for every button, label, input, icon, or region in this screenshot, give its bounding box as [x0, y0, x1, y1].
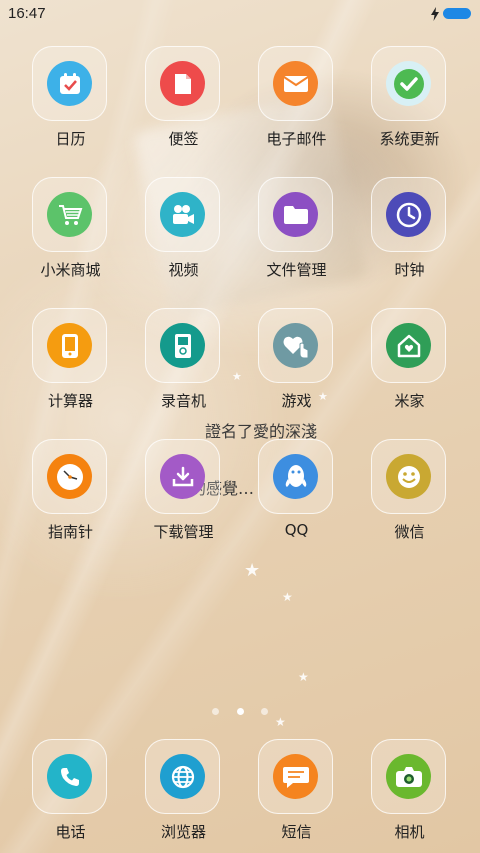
- app-label: 文件管理: [266, 261, 327, 279]
- app-tile: [371, 739, 446, 814]
- battery-icon: [443, 8, 471, 19]
- app-label: 米家: [394, 392, 425, 410]
- note-icon: [160, 61, 205, 106]
- app-downloads[interactable]: 下载管理: [127, 439, 240, 553]
- app-clock[interactable]: 时钟: [353, 177, 466, 291]
- qq-penguin-icon: [273, 454, 318, 499]
- shopping-cart-icon: [47, 192, 92, 237]
- app-label: 电子邮件: [266, 130, 327, 148]
- app-tile: [32, 439, 107, 514]
- app-grid: 日历 便签 电子邮件 系统更新 小米商城 视频 文件管理 时钟 计算器 录音机 …: [0, 46, 480, 553]
- app-browser[interactable]: 浏览器: [127, 739, 240, 853]
- app-tile: [258, 46, 333, 121]
- app-label: 系统更新: [379, 130, 440, 148]
- app-tile: [145, 308, 220, 383]
- app-file-manager[interactable]: 文件管理: [240, 177, 353, 291]
- page-indicator: [0, 700, 480, 719]
- status-time: 16:47: [8, 5, 46, 22]
- app-camera[interactable]: 相机: [353, 739, 466, 853]
- recorder-icon: [160, 323, 205, 368]
- app-messages[interactable]: 短信: [240, 739, 353, 853]
- app-tile: [371, 177, 446, 252]
- clock-icon: [386, 192, 431, 237]
- app-label: 指南针: [47, 523, 93, 541]
- page-dot[interactable]: [212, 708, 220, 715]
- mail-icon: [273, 61, 318, 106]
- compass-icon: [47, 454, 92, 499]
- app-mi-store[interactable]: 小米商城: [14, 177, 127, 291]
- home-icon: [386, 323, 431, 368]
- app-tile: [145, 46, 220, 121]
- bolt-icon: [430, 6, 440, 25]
- app-label: 短信: [281, 823, 312, 841]
- camera-icon: [386, 754, 431, 799]
- app-label: 微信: [394, 523, 425, 541]
- calculator-icon: [47, 323, 92, 368]
- app-tile: [32, 46, 107, 121]
- app-label: 时钟: [394, 261, 425, 279]
- app-recorder[interactable]: 录音机: [127, 308, 240, 422]
- app-label: 日历: [55, 130, 86, 148]
- globe-icon: [160, 754, 205, 799]
- app-label: 游戏: [281, 392, 312, 410]
- app-compass[interactable]: 指南针: [14, 439, 127, 553]
- app-tile: [258, 439, 333, 514]
- app-label: 小米商城: [40, 261, 101, 279]
- app-video[interactable]: 视频: [127, 177, 240, 291]
- calendar-icon: [47, 61, 92, 106]
- dock: 电话 浏览器 短信 相机: [0, 739, 480, 853]
- app-tile: [258, 308, 333, 383]
- star-icon: ★: [298, 670, 309, 684]
- star-icon: ★: [282, 590, 293, 604]
- app-tile: [371, 46, 446, 121]
- app-games[interactable]: 游戏: [240, 308, 353, 422]
- app-label: 浏览器: [160, 823, 206, 841]
- app-system-update[interactable]: 系统更新: [353, 46, 466, 160]
- app-label: 下载管理: [153, 523, 214, 541]
- app-label: 相机: [394, 823, 425, 841]
- app-label: 电话: [55, 823, 86, 841]
- page-dot-active[interactable]: [236, 708, 244, 715]
- download-icon: [160, 454, 205, 499]
- app-email[interactable]: 电子邮件: [240, 46, 353, 160]
- app-tile: [32, 739, 107, 814]
- phone-icon: [47, 754, 92, 799]
- folder-icon: [273, 192, 318, 237]
- app-qq[interactable]: QQ: [240, 439, 353, 553]
- app-label: QQ: [284, 521, 309, 539]
- app-tile: [258, 177, 333, 252]
- page-dot[interactable]: [260, 708, 268, 715]
- app-tile: [371, 308, 446, 383]
- star-icon: ★: [244, 560, 261, 581]
- app-tile: [145, 739, 220, 814]
- app-phone[interactable]: 电话: [14, 739, 127, 853]
- status-bar: 16:47: [0, 0, 480, 28]
- app-tile: [32, 177, 107, 252]
- app-tile: [258, 739, 333, 814]
- message-icon: [273, 754, 318, 799]
- dock-grid: 电话 浏览器 短信 相机: [0, 739, 480, 853]
- app-notes[interactable]: 便签: [127, 46, 240, 160]
- app-wechat[interactable]: 微信: [353, 439, 466, 553]
- smiley-icon: [386, 454, 431, 499]
- update-check-icon: [386, 61, 431, 106]
- app-label: 视频: [168, 261, 199, 279]
- app-tile: [371, 439, 446, 514]
- app-label: 录音机: [160, 392, 206, 410]
- app-mi-home[interactable]: 米家: [353, 308, 466, 422]
- app-calculator[interactable]: 计算器: [14, 308, 127, 422]
- video-camera-icon: [160, 192, 205, 237]
- app-label: 便签: [168, 130, 199, 148]
- app-tile: [145, 439, 220, 514]
- game-heart-icon: [273, 323, 318, 368]
- app-tile: [32, 308, 107, 383]
- app-tile: [145, 177, 220, 252]
- app-calendar[interactable]: 日历: [14, 46, 127, 160]
- app-label: 计算器: [47, 392, 93, 410]
